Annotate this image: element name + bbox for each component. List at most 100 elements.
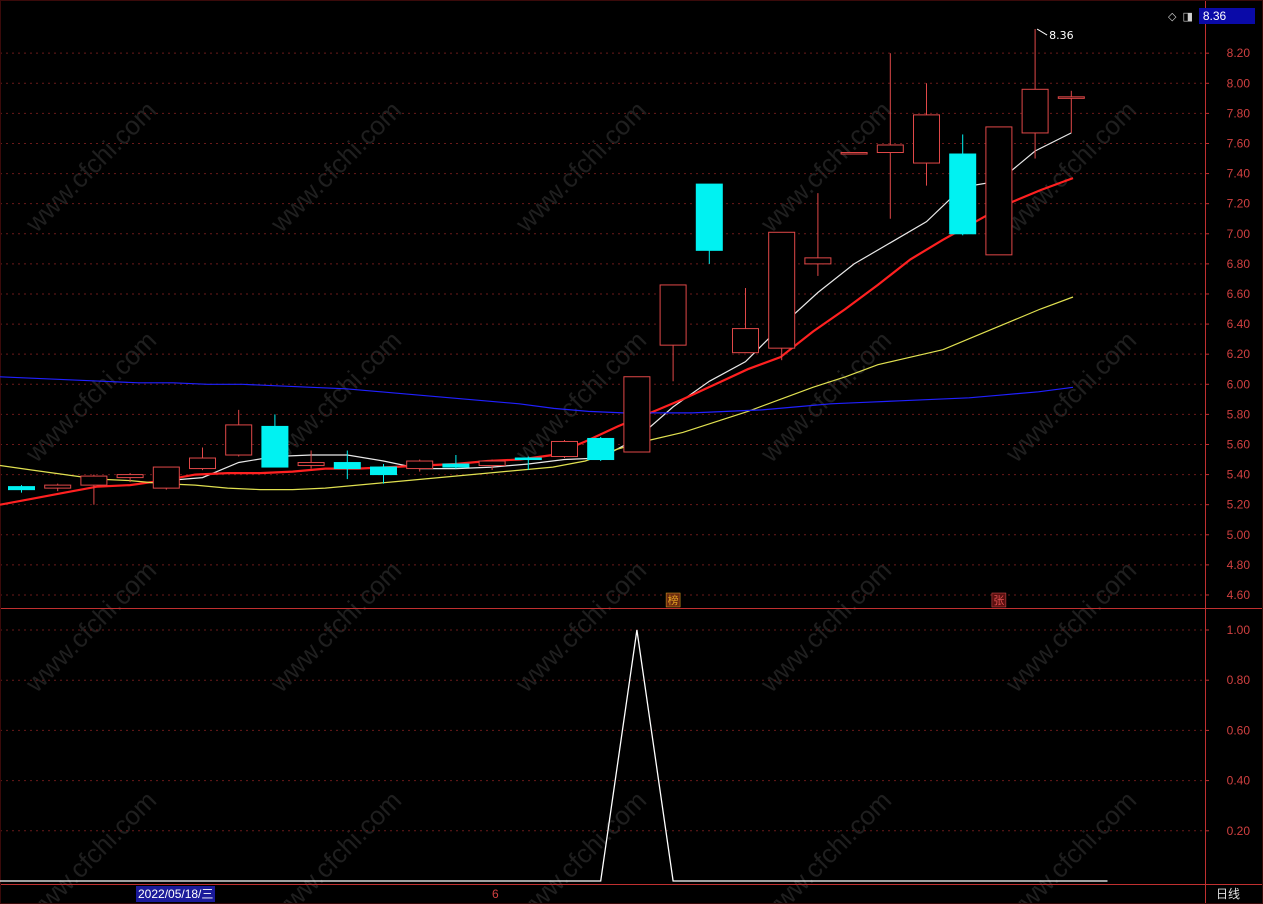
- event-marker-label: 张: [993, 594, 1004, 607]
- candle: [659, 284, 687, 382]
- y-tick-label: 5.20: [1227, 498, 1251, 512]
- y-tick-label: 5.00: [1227, 528, 1251, 542]
- candle-body: [768, 231, 796, 349]
- candle: [623, 376, 651, 453]
- candle-body: [659, 284, 687, 346]
- candle-body: [80, 475, 108, 486]
- candle: [8, 485, 35, 493]
- candle-body: [1057, 96, 1085, 99]
- candle-body: [116, 474, 144, 479]
- period-selector[interactable]: 日线: [1216, 886, 1240, 902]
- y-tick-label: 7.60: [1227, 136, 1251, 150]
- candle-body: [514, 457, 542, 461]
- chart-canvas[interactable]: www.cfchi.com www.cfchi.com www.cfchi.com w…: [0, 0, 1263, 904]
- candle: [768, 231, 796, 361]
- candle-body: [913, 114, 940, 164]
- candle: [695, 183, 723, 264]
- y-tick-label: 6.00: [1227, 377, 1251, 391]
- candle-body: [985, 126, 1013, 256]
- candle: [985, 126, 1013, 256]
- candle: [1021, 29, 1049, 159]
- candle: [152, 466, 180, 490]
- candle-body: [261, 425, 289, 468]
- candle-body: [732, 328, 759, 354]
- candle: [876, 53, 904, 219]
- y-tick-label: 0.60: [1227, 723, 1251, 737]
- candle: [949, 134, 977, 236]
- x-axis-mark: 6: [492, 887, 499, 901]
- candle: [442, 455, 470, 469]
- high-price-label: 8.36: [1049, 29, 1074, 42]
- watermark-text: www.cfchi.com: [754, 785, 897, 904]
- top-toolbar: ◇ ◨ 8.36: [1168, 6, 1255, 26]
- candle-body: [44, 484, 72, 489]
- diamond-icon[interactable]: ◇: [1168, 10, 1176, 23]
- watermark-text: www.cfchi.com: [999, 785, 1142, 904]
- candle: [587, 436, 615, 462]
- watermark-text: www.cfchi.com: [264, 555, 407, 698]
- event-marker-label: 榜: [668, 593, 679, 607]
- watermark-text: www.cfchi.com: [999, 555, 1142, 698]
- candle: [297, 450, 325, 469]
- candle-body: [442, 463, 470, 468]
- candle-body: [551, 440, 578, 458]
- panel-toggle-icon[interactable]: ◨: [1182, 10, 1192, 23]
- candle: [913, 83, 940, 186]
- watermark-text: www.cfchi.com: [754, 95, 897, 238]
- watermark-text: www.cfchi.com: [509, 95, 652, 238]
- candle: [406, 459, 434, 472]
- y-tick-label: 0.40: [1227, 774, 1251, 788]
- y-tick-label: 8.20: [1227, 46, 1251, 60]
- candle: [1057, 90, 1085, 133]
- watermark-text: www.cfchi.com: [509, 785, 652, 904]
- candle: [551, 439, 578, 459]
- y-tick-label: 5.60: [1227, 437, 1251, 451]
- watermark-text: www.cfchi.com: [19, 325, 162, 468]
- candle-body: [189, 457, 216, 470]
- candle: [732, 287, 759, 354]
- candle: [478, 459, 506, 471]
- watermark-text: www.cfchi.com: [19, 95, 162, 238]
- high-label-pointer: [1036, 28, 1048, 36]
- y-tick-label: 7.40: [1227, 167, 1251, 181]
- candle: [189, 447, 216, 471]
- watermark-text: www.cfchi.com: [264, 95, 407, 238]
- candle-body: [297, 462, 325, 467]
- candle-body: [8, 486, 35, 491]
- candle: [370, 464, 397, 484]
- y-tick-label: 6.80: [1227, 257, 1251, 271]
- y-tick-label: 6.40: [1227, 317, 1251, 331]
- candle-body: [370, 466, 397, 476]
- candle: [261, 414, 289, 468]
- y-tick-label: 1.00: [1227, 623, 1251, 637]
- y-tick-label: 7.00: [1227, 227, 1251, 241]
- cursor-date-label: 2022/05/18/三: [136, 886, 216, 902]
- candle-body: [876, 144, 904, 154]
- candle-body: [152, 466, 180, 489]
- current-price-badge: 8.36: [1198, 8, 1255, 24]
- candle-body: [949, 153, 977, 235]
- candle-body: [478, 460, 506, 467]
- candle-body: [587, 437, 615, 461]
- y-tick-label: 0.80: [1227, 673, 1251, 687]
- watermark-text: www.cfchi.com: [999, 325, 1142, 468]
- candle: [225, 409, 253, 457]
- candle: [44, 483, 72, 492]
- candle-body: [623, 376, 651, 453]
- y-tick-label: 6.20: [1227, 347, 1251, 361]
- y-tick-label: 4.80: [1227, 558, 1251, 572]
- y-tick-label: 4.60: [1227, 588, 1251, 602]
- y-tick-label: 8.00: [1227, 76, 1251, 90]
- y-tick-label: 5.40: [1227, 468, 1251, 482]
- candle-body: [804, 257, 832, 265]
- candle: [840, 152, 868, 155]
- y-tick-label: 7.80: [1227, 106, 1251, 120]
- candle-body: [225, 424, 253, 456]
- watermark-text: www.cfchi.com: [999, 95, 1142, 238]
- candle-body: [406, 460, 434, 470]
- candle-body: [1021, 88, 1049, 134]
- candle-body: [840, 152, 868, 155]
- watermark-text: www.cfchi.com: [19, 555, 162, 698]
- y-axis-labels: 8.20 8.00 7.80 7.60 7.40 7.20 7.00 6.80 6.60 6.40…: [1205, 46, 1250, 838]
- event-marker: 榜: [665, 592, 681, 608]
